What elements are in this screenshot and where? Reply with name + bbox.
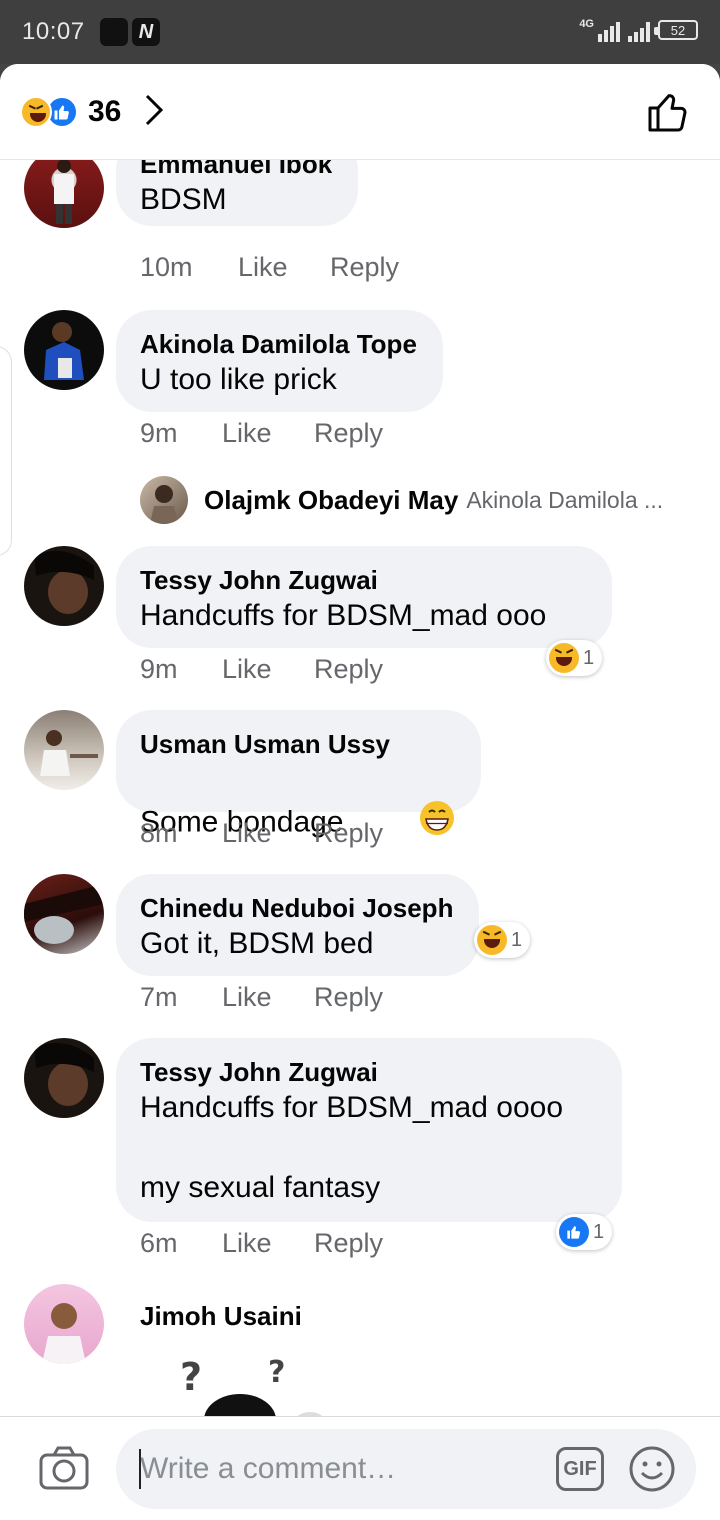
avatar[interactable] (24, 1284, 104, 1364)
comments-sheet: 36 Emmanuel Ibok BDSM 10m Like Reply Aki… (0, 64, 720, 1520)
comment-bubble[interactable]: Akinola Damilola Tope U too like prick (116, 310, 443, 412)
avatar[interactable] (24, 710, 104, 790)
reply-button[interactable]: Reply (330, 252, 399, 283)
reply-author: Olajmk Obadeyi May (204, 484, 459, 515)
signal-icon-2 (628, 18, 650, 42)
comment-text: U too like prick (140, 363, 337, 396)
haha-reaction-icon (20, 96, 52, 128)
comment-text: Got it, BDSM bed (140, 927, 374, 960)
comment-meta: 7m Like Reply (140, 982, 383, 1013)
network-type-label: 4G (579, 18, 594, 30)
signal-icon (598, 18, 620, 42)
reply-preview-row[interactable]: Olajmk Obadeyi May Akinola Damilola ... (140, 476, 663, 524)
reaction-summary[interactable]: 36 (20, 92, 165, 132)
comment-time: 8m (140, 818, 178, 848)
like-button[interactable]: Like (222, 418, 314, 449)
status-bar: 10:07 N 4G 52 (0, 0, 720, 64)
comment-meta: 6m Like Reply (140, 1228, 383, 1259)
reply-button[interactable]: Reply (314, 818, 383, 849)
comment-meta: 9m Like Reply (140, 418, 383, 449)
text-cursor (139, 1449, 141, 1489)
notification-app-icon (100, 18, 128, 46)
comment-text: Handcuffs for BDSM_mad ooo (140, 599, 547, 632)
reaction-chip-count: 1 (593, 1220, 605, 1243)
comment-time: 7m (140, 982, 178, 1012)
reply-button[interactable]: Reply (314, 654, 383, 685)
avatar[interactable] (24, 874, 104, 954)
reactions-header: 36 (0, 64, 720, 160)
comment-reaction-chip[interactable]: 1 (556, 1214, 613, 1250)
comment-author[interactable]: Chinedu Neduboi Joseph (140, 892, 453, 924)
comment-author[interactable]: Usman Usman Ussy (140, 728, 455, 760)
chevron-right-icon (143, 93, 165, 132)
sticker-image: ? ? (170, 1355, 330, 1446)
like-button[interactable]: Like (222, 1228, 314, 1259)
like-button[interactable]: Like (222, 818, 314, 849)
comment-reaction-chip[interactable]: 1 (546, 640, 603, 676)
comment-composer: GIF (0, 1416, 720, 1520)
comment-time: 9m (140, 418, 178, 448)
status-time: 10:07 (22, 18, 85, 45)
thumbs-up-outline-icon[interactable] (646, 90, 690, 139)
camera-icon[interactable] (38, 1445, 90, 1496)
reaction-chip-count: 1 (583, 646, 595, 669)
like-button[interactable]: Like (222, 982, 314, 1013)
side-drawer-handle[interactable] (0, 346, 12, 556)
comment-text: Handcuffs for BDSM_mad oooo my sexual fa… (140, 1091, 564, 1204)
reply-avatar (140, 476, 188, 524)
like-button[interactable]: Like (222, 654, 314, 685)
comment-author[interactable]: Akinola Damilola Tope (140, 328, 417, 360)
comment-reaction-chip[interactable]: 1 (474, 922, 531, 958)
reaction-chip-count: 1 (511, 928, 523, 951)
haha-reaction-icon (549, 643, 579, 673)
battery-icon: 52 (654, 20, 698, 40)
reply-button[interactable]: Reply (314, 418, 383, 449)
reply-preview-text: Akinola Damilola ... (466, 486, 664, 513)
gif-button[interactable]: GIF (556, 1447, 604, 1491)
comment-meta: 9m Like Reply (140, 654, 383, 685)
comment-input[interactable] (116, 1429, 696, 1509)
comment-meta: 10m Like Reply (140, 252, 399, 283)
comment-bubble[interactable]: Chinedu Neduboi Joseph Got it, BDSM bed (116, 874, 480, 976)
svg-text:?: ? (268, 1356, 285, 1390)
comment-bubble[interactable]: Tessy John Zugwai Handcuffs for BDSM_mad… (116, 1038, 622, 1222)
notification-n-icon: N (132, 18, 160, 46)
comment-bubble[interactable]: Usman Usman Ussy Some bondage (116, 710, 481, 838)
comment-author[interactable]: Jimoh Usaini (140, 1300, 302, 1332)
like-button[interactable]: Like (238, 252, 330, 283)
comment-meta: 8m Like Reply (140, 818, 383, 849)
avatar[interactable] (24, 546, 104, 626)
reaction-count: 36 (88, 95, 122, 128)
comment-time: 6m (140, 1228, 178, 1258)
comment-bubble[interactable]: Tessy John Zugwai Handcuffs for BDSM_mad… (116, 546, 612, 648)
avatar[interactable] (24, 148, 104, 228)
like-reaction-icon (559, 1217, 589, 1247)
comment-author[interactable]: Tessy John Zugwai (140, 564, 586, 596)
comment-text: BDSM (140, 183, 227, 216)
status-indicators: 4G 52 (579, 18, 698, 42)
svg-text:?: ? (180, 1356, 202, 1399)
avatar[interactable] (24, 1038, 104, 1118)
reply-button[interactable]: Reply (314, 1228, 383, 1259)
haha-reaction-icon (477, 925, 507, 955)
comment-author[interactable]: Tessy John Zugwai (140, 1056, 596, 1088)
reply-button[interactable]: Reply (314, 982, 383, 1013)
comment-time: 10m (140, 252, 193, 282)
comment-time: 9m (140, 654, 178, 684)
emoji-icon[interactable] (628, 1445, 676, 1498)
avatar[interactable] (24, 310, 104, 390)
